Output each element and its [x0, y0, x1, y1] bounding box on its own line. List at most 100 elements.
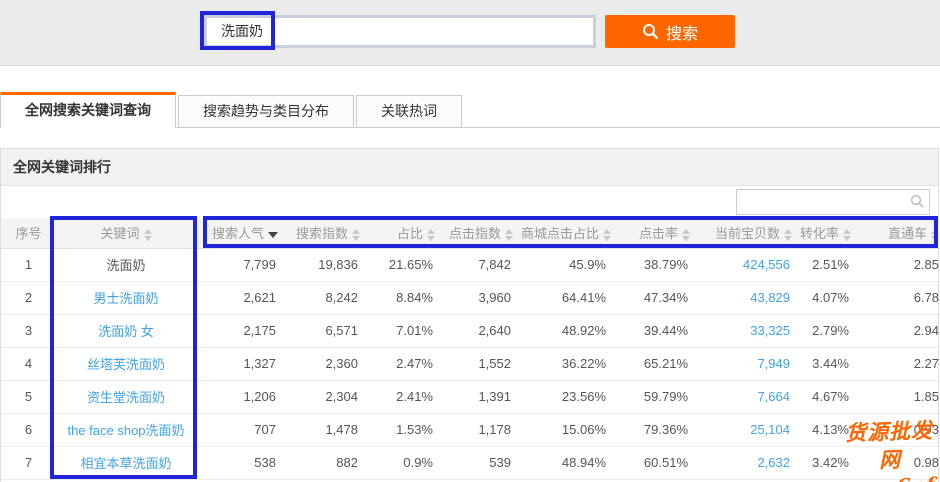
mall_click_share-cell: 15.06%	[521, 413, 616, 446]
search-button[interactable]: 搜索	[605, 15, 735, 48]
popularity-cell: 707	[196, 413, 286, 446]
share-cell: 7.01%	[368, 314, 443, 347]
mall_click_share-cell: 64.41%	[521, 281, 616, 314]
ztc-cell: 2.27	[859, 347, 940, 380]
item-count-link[interactable]: 7,664	[757, 389, 790, 404]
panel-toolbar	[1, 186, 938, 218]
tab-keyword-query[interactable]: 全网搜索关键词查询	[0, 92, 176, 128]
mall_click_share-cell: 45.9%	[521, 248, 616, 281]
column-header[interactable]: 关键词	[56, 218, 196, 248]
click_index-cell: 1,178	[443, 413, 521, 446]
column-header[interactable]: 搜索人气	[196, 218, 286, 248]
sort-icon[interactable]	[505, 229, 513, 241]
keyword-link[interactable]: 洗面奶 女	[98, 324, 154, 339]
index-cell: 8,242	[286, 281, 368, 314]
item-count-link[interactable]: 424,556	[743, 257, 790, 272]
keyword-link[interactable]: 丝塔芙洗面奶	[87, 357, 165, 372]
rank-cell: 6	[1, 413, 56, 446]
keyword-link[interactable]: the face shop洗面奶	[67, 423, 184, 438]
keyword-cell: 丝塔芙洗面奶	[56, 347, 196, 380]
items-cell: 2,632	[698, 446, 800, 479]
table-row: 7相宜本草洗面奶5388820.9%53948.94%60.51%2,6323.…	[1, 446, 940, 479]
table-row: 4丝塔芙洗面奶1,3272,3602.47%1,55236.22%65.21%7…	[1, 347, 940, 380]
column-header-label: 占比	[397, 226, 423, 241]
share-cell: 0.9%	[368, 446, 443, 479]
keyword-cell: 男士洗面奶	[56, 281, 196, 314]
index-cell: 6,571	[286, 314, 368, 347]
column-header[interactable]: 点击指数	[443, 218, 521, 248]
ztc-cell: 0.98	[859, 446, 940, 479]
items-cell: 7,664	[698, 380, 800, 413]
mall_click_share-cell: 48.92%	[521, 314, 616, 347]
conversion-cell: 3.42%	[800, 446, 859, 479]
mall_click_share-cell: 23.56%	[521, 380, 616, 413]
click_index-cell: 539	[443, 446, 521, 479]
item-count-link[interactable]: 33,325	[750, 323, 790, 338]
keyword-ranking-panel: 全网关键词排行 序号 关键词 搜索人气 搜索指数 占比 点击指数 商城点击占比 点击率 当前宝贝…	[0, 148, 939, 482]
item-count-link[interactable]: 2,632	[757, 455, 790, 470]
column-header[interactable]: 直通车	[859, 218, 940, 248]
share-cell: 2.47%	[368, 347, 443, 380]
column-header-label: 关键词	[100, 226, 139, 241]
index-cell: 882	[286, 446, 368, 479]
rank-cell: 7	[1, 446, 56, 479]
sort-icon[interactable]	[931, 229, 939, 241]
ztc-cell: 6.78	[859, 281, 940, 314]
column-header-label: 直通车	[888, 226, 927, 241]
column-header[interactable]: 商城点击占比	[521, 218, 616, 248]
items-cell: 424,556	[698, 248, 800, 281]
click_rate-cell: 47.34%	[616, 281, 698, 314]
panel-title: 全网关键词排行	[1, 149, 938, 186]
column-header-label: 搜索人气	[212, 226, 264, 241]
rank-cell: 1	[1, 248, 56, 281]
keyword-link[interactable]: 资生堂洗面奶	[87, 390, 165, 405]
column-header: 序号	[1, 218, 56, 248]
sort-icon[interactable]	[144, 229, 152, 241]
conversion-cell: 4.07%	[800, 281, 859, 314]
keyword-cell: the face shop洗面奶	[56, 413, 196, 446]
tab-trend-category[interactable]: 搜索趋势与类目分布	[178, 95, 354, 127]
keyword-cell: 洗面奶	[56, 248, 196, 281]
popularity-cell: 1,206	[196, 380, 286, 413]
sort-icon[interactable]	[682, 229, 690, 241]
click_index-cell: 1,552	[443, 347, 521, 380]
item-count-link[interactable]: 43,829	[750, 290, 790, 305]
sort-desc-icon[interactable]	[268, 232, 278, 238]
popularity-cell: 7,799	[196, 248, 286, 281]
sort-icon[interactable]	[427, 229, 435, 241]
item-count-link[interactable]: 25,104	[750, 422, 790, 437]
table-header-row: 序号 关键词 搜索人气 搜索指数 占比 点击指数 商城点击占比 点击率 当前宝贝数转化率 直通车	[1, 218, 940, 248]
click_rate-cell: 79.36%	[616, 413, 698, 446]
sort-icon[interactable]	[352, 229, 360, 241]
conversion-cell: 4.67%	[800, 380, 859, 413]
table-body: 1洗面奶7,79919,83621.65%7,84245.9%38.79%424…	[1, 248, 940, 479]
keyword-link[interactable]: 相宜本草洗面奶	[80, 456, 171, 471]
column-header-label: 搜索指数	[296, 226, 348, 241]
column-header-label: 点击率	[639, 226, 678, 241]
table-row: 3洗面奶 女2,1756,5717.01%2,64048.92%39.44%33…	[1, 314, 940, 347]
sort-icon[interactable]	[843, 229, 851, 241]
keyword-link[interactable]: 男士洗面奶	[93, 291, 158, 306]
table-filter-input[interactable]	[736, 189, 930, 215]
rank-cell: 2	[1, 281, 56, 314]
keyword-search-input[interactable]: 洗面奶	[204, 15, 596, 48]
tab-related-hotwords[interactable]: 关联热词	[356, 95, 462, 127]
column-header[interactable]: 搜索指数	[286, 218, 368, 248]
filter-search-icon	[910, 194, 924, 208]
index-cell: 2,304	[286, 380, 368, 413]
column-header-label: 点击指数	[449, 226, 501, 241]
click_index-cell: 2,640	[443, 314, 521, 347]
click_rate-cell: 38.79%	[616, 248, 698, 281]
column-header[interactable]: 占比	[368, 218, 443, 248]
column-header[interactable]: 点击率	[616, 218, 698, 248]
click_rate-cell: 65.21%	[616, 347, 698, 380]
popularity-cell: 538	[196, 446, 286, 479]
index-cell: 19,836	[286, 248, 368, 281]
share-cell: 1.53%	[368, 413, 443, 446]
sort-icon[interactable]	[784, 229, 792, 241]
share-cell: 2.41%	[368, 380, 443, 413]
column-header[interactable]: 转化率	[800, 218, 859, 248]
sort-icon[interactable]	[603, 229, 611, 241]
column-header[interactable]: 当前宝贝数	[698, 218, 800, 248]
item-count-link[interactable]: 7,949	[757, 356, 790, 371]
